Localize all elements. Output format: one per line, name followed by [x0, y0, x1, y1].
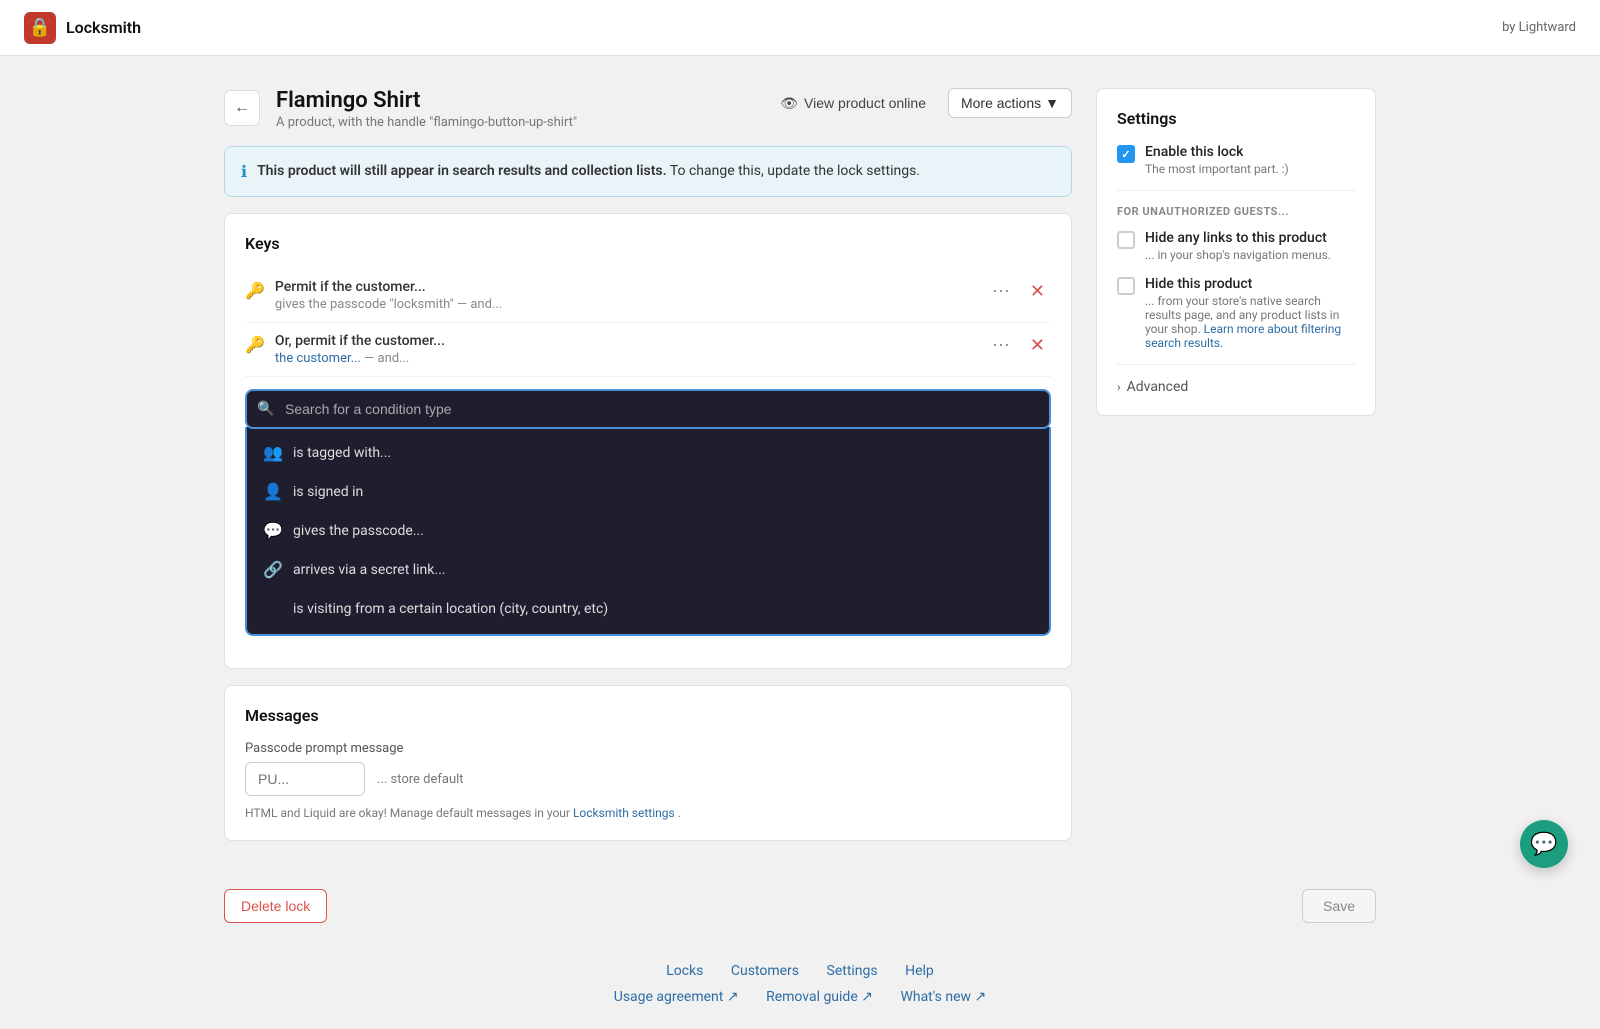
store-default-label: ... store default [377, 772, 464, 787]
topbar: 🔒 Locksmith by Lightward [0, 0, 1600, 56]
page-header-right: 👁 View product online More actions ▼ [770, 88, 1072, 118]
key-label: Or, permit if the customer... [275, 333, 986, 349]
hide-links-row: Hide any links to this product ... in yo… [1117, 230, 1355, 262]
page-subtitle: A product, with the handle "flamingo-but… [276, 115, 577, 130]
hide-product-label: Hide this product [1145, 276, 1355, 292]
key-details: Or, permit if the customer... the custom… [275, 333, 986, 366]
condition-dropdown: 👥 is tagged with... 👤 is signed in 💬 giv… [245, 427, 1051, 636]
dropdown-item[interactable]: 👤 is signed in [247, 472, 1049, 511]
key-actions: ⋯ ✕ [986, 279, 1051, 304]
key-actions: ⋯ ✕ [986, 333, 1051, 358]
app-icon: 🔒 [24, 12, 56, 44]
dropdown-item[interactable]: 👥 is tagged with... [247, 433, 1049, 472]
topbar-by: by Lightward [1502, 20, 1576, 35]
save-button[interactable]: Save [1302, 889, 1376, 923]
info-icon: ℹ [241, 162, 247, 181]
delete-lock-button[interactable]: Delete lock [224, 889, 327, 923]
key-sublabel: the customer... — and... [275, 351, 986, 366]
passcode-label: Passcode prompt message [245, 741, 1051, 756]
messages-title: Messages [245, 706, 1051, 725]
page-title: Flamingo Shirt [276, 88, 577, 113]
hide-product-checkbox[interactable] [1117, 277, 1135, 295]
page-header: ← Flamingo Shirt A product, with the han… [224, 88, 1072, 130]
left-column: ← Flamingo Shirt A product, with the han… [224, 88, 1072, 841]
key-icon: 🔑 [245, 281, 265, 300]
messages-card: Messages Passcode prompt message ... sto… [224, 685, 1072, 841]
key-row: 🔑 Or, permit if the customer... the cust… [245, 323, 1051, 377]
section-divider [1117, 364, 1355, 365]
hide-links-desc: ... in your shop's navigation menus. [1145, 248, 1331, 262]
key-delete-button[interactable]: ✕ [1024, 333, 1051, 358]
footer-row1: Locks Customers Settings Help [24, 963, 1576, 979]
chevron-right-icon: › [1117, 380, 1121, 394]
search-dropdown-wrapper: 🔍 👥 is tagged with... 👤 is signed in 💬 g [245, 389, 1051, 636]
locksmith-settings-link[interactable]: Locksmith settings [573, 806, 675, 820]
alert-text: This product will still appear in search… [257, 161, 920, 182]
footer-link-whats-new[interactable]: What's new ↗ [900, 989, 986, 1005]
action-bar: Delete lock Save [200, 873, 1400, 939]
key-menu-button[interactable]: ⋯ [986, 279, 1016, 304]
chat-fab-button[interactable]: 💬 [1520, 820, 1568, 868]
dropdown-item[interactable]: is visiting from a certain location (cit… [247, 589, 1049, 628]
enable-lock-row: Enable this lock The most important part… [1117, 144, 1355, 176]
footer-link-locks[interactable]: Locks [666, 963, 703, 979]
footer: Locks Customers Settings Help Usage agre… [0, 939, 1600, 1029]
key-details: Permit if the customer... gives the pass… [275, 279, 986, 312]
hide-links-label: Hide any links to this product [1145, 230, 1331, 246]
dropdown-item[interactable]: 🔗 arrives via a secret link... [247, 550, 1049, 589]
chat-icon: 💬 [1530, 831, 1557, 857]
footer-link-settings[interactable]: Settings [827, 963, 878, 979]
section-divider [1117, 190, 1355, 191]
key-sublabel: gives the passcode "locksmith" — and... [275, 297, 986, 312]
hide-product-row: Hide this product ... from your store's … [1117, 276, 1355, 350]
keys-card: Keys 🔑 Permit if the customer... gives t… [224, 213, 1072, 669]
messages-row: ... store default [245, 762, 1051, 796]
main-content: ← Flamingo Shirt A product, with the han… [200, 56, 1400, 873]
eye-icon: 👁 [780, 95, 798, 112]
footer-link-usage[interactable]: Usage agreement ↗ [614, 989, 739, 1005]
chevron-down-icon: ▼ [1045, 95, 1059, 111]
passcode-input[interactable] [245, 762, 365, 796]
advanced-label: Advanced [1127, 379, 1189, 395]
enable-lock-desc: The most important part. :) [1145, 162, 1289, 176]
keys-title: Keys [245, 234, 1051, 253]
footer-link-customers[interactable]: Customers [731, 963, 799, 979]
hide-links-checkbox[interactable] [1117, 231, 1135, 249]
dropdown-item[interactable]: 💬 gives the passcode... [247, 511, 1049, 550]
product-info: Flamingo Shirt A product, with the handl… [276, 88, 577, 130]
footer-row2: Usage agreement ↗ Removal guide ↗ What's… [24, 989, 1576, 1005]
key-customer-link[interactable]: the customer... [275, 351, 361, 366]
key-menu-button[interactable]: ⋯ [986, 333, 1016, 358]
key-row: 🔑 Permit if the customer... gives the pa… [245, 269, 1051, 323]
key-icon: 🔑 [245, 335, 265, 354]
link-icon: 🔗 [263, 560, 283, 579]
alert-banner: ℹ This product will still appear in sear… [224, 146, 1072, 197]
page-header-left: ← Flamingo Shirt A product, with the han… [224, 88, 577, 130]
chat-icon: 💬 [263, 521, 283, 540]
topbar-left: 🔒 Locksmith [24, 12, 141, 44]
settings-card: Settings Enable this lock The most impor… [1096, 88, 1376, 416]
hide-product-desc: ... from your store's native search resu… [1145, 294, 1355, 350]
person-icon: 👤 [263, 482, 283, 501]
users-icon: 👥 [263, 443, 283, 462]
more-actions-button[interactable]: More actions ▼ [948, 88, 1072, 118]
footer-link-removal[interactable]: Removal guide ↗ [766, 989, 873, 1005]
key-delete-button[interactable]: ✕ [1024, 279, 1051, 304]
footer-link-help[interactable]: Help [905, 963, 934, 979]
right-column: Settings Enable this lock The most impor… [1096, 88, 1376, 841]
app-title: Locksmith [66, 18, 141, 37]
enable-lock-label: Enable this lock [1145, 144, 1289, 160]
location-icon [263, 599, 283, 618]
messages-note: HTML and Liquid are okay! Manage default… [245, 806, 1051, 820]
search-input[interactable] [245, 389, 1051, 429]
enable-lock-checkbox[interactable] [1117, 145, 1135, 163]
settings-title: Settings [1117, 109, 1355, 128]
advanced-row[interactable]: › Advanced [1117, 379, 1355, 395]
back-button[interactable]: ← [224, 90, 260, 126]
unauthorized-label: FOR UNAUTHORIZED GUESTS... [1117, 205, 1355, 218]
view-product-button[interactable]: 👁 View product online [770, 89, 936, 118]
key-label: Permit if the customer... [275, 279, 986, 295]
